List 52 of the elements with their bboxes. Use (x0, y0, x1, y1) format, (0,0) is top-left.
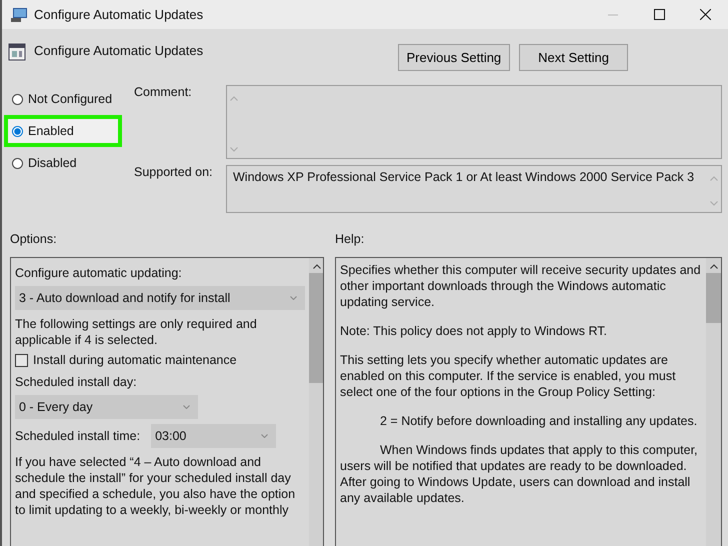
setting-title: Configure Automatic Updates (34, 43, 204, 58)
help-paragraph: This setting lets you specify whether automatic updates are enabled on this computer. If the service is enabled, you must select one of the four options in the Group Policy Setting: (340, 352, 677, 400)
radio-button[interactable] (12, 158, 23, 168)
setting-nav-button[interactable]: Previous Setting (398, 44, 510, 71)
radio-label: Not Configured (28, 92, 112, 106)
window-title: Configure Automatic Updates (34, 7, 204, 22)
help-label: Help: (335, 231, 364, 247)
radio-option[interactable]: Not Configured (2, 85, 132, 113)
scroll-up-icon (312, 264, 320, 269)
option-label: Scheduled install day: (15, 375, 138, 389)
help-paragraph: When Windows finds updates that apply to this computer, users will be notified that updates are ready to be downloaded. After going to Windows Update, users can download and install any available updates. (340, 442, 699, 506)
radio-button[interactable] (12, 94, 23, 104)
setting-nav-button[interactable]: Next Setting (519, 44, 628, 71)
radio-button[interactable] (12, 126, 23, 136)
help-paragraph: Note: This policy does not apply to Windows RT. (340, 323, 608, 339)
scroll-down-icon (230, 147, 238, 152)
scroll-up-icon (230, 96, 238, 101)
scroll-down-icon (710, 201, 718, 206)
options-label: Options: (10, 231, 58, 247)
dropdown-value: 0 - Every day (19, 400, 93, 414)
dropdown-value: 03:00 (155, 429, 186, 443)
option-description: The following settings are only required and applicable if 4 is selected. (15, 316, 258, 348)
comment-field[interactable] (226, 85, 722, 159)
radio-label: Enabled (28, 124, 74, 138)
chevron-down-icon (261, 434, 268, 438)
highlighted-radio-option[interactable]: Enabled (4, 115, 122, 147)
maximize-icon (654, 9, 664, 20)
comment-label: Comment: (134, 85, 193, 101)
dropdown[interactable]: 3 - Auto download and notify for install (15, 286, 305, 310)
checkbox[interactable] (15, 354, 28, 366)
scrollbar-thumb[interactable] (309, 273, 323, 383)
option-label: Scheduled install time: (15, 429, 140, 443)
help-paragraph: 2 = Notify before downloading and installing any updates. (379, 413, 698, 429)
dropdown-value: 3 - Auto download and notify for install (19, 291, 230, 305)
computer-icon (10, 6, 28, 22)
option-description: If you have selected “4 – Auto download and schedule the install” for your scheduled install day and specified a schedule, you also have the option to limit updating to a weekly, bi-weekly or monthly (15, 454, 296, 518)
radio-option[interactable]: Disabled (2, 149, 132, 177)
supported-on-text: Windows XP Professional Service Pack 1 or At least Windows 2000 Service Pack 3 (232, 169, 696, 186)
chevron-down-icon (183, 405, 190, 409)
chevron-down-icon (290, 296, 297, 300)
checkbox-label: Install during automatic maintenance (33, 353, 237, 367)
close-icon (700, 9, 710, 20)
scrollbar-thumb[interactable] (706, 273, 721, 323)
option-label: Configure automatic updating: (15, 266, 183, 280)
policy-window-icon (8, 43, 26, 61)
dropdown[interactable]: 0 - Every day (15, 395, 198, 419)
scroll-up-icon (710, 264, 718, 269)
dropdown[interactable]: 03:00 (151, 424, 276, 448)
help-paragraph: Specifies whether this computer will receive security updates and other important downloads through the Windows automatic updating service. (340, 262, 702, 310)
scroll-up-icon (710, 176, 718, 181)
radio-label: Disabled (28, 156, 77, 170)
supported-on-label: Supported on: (134, 165, 214, 181)
